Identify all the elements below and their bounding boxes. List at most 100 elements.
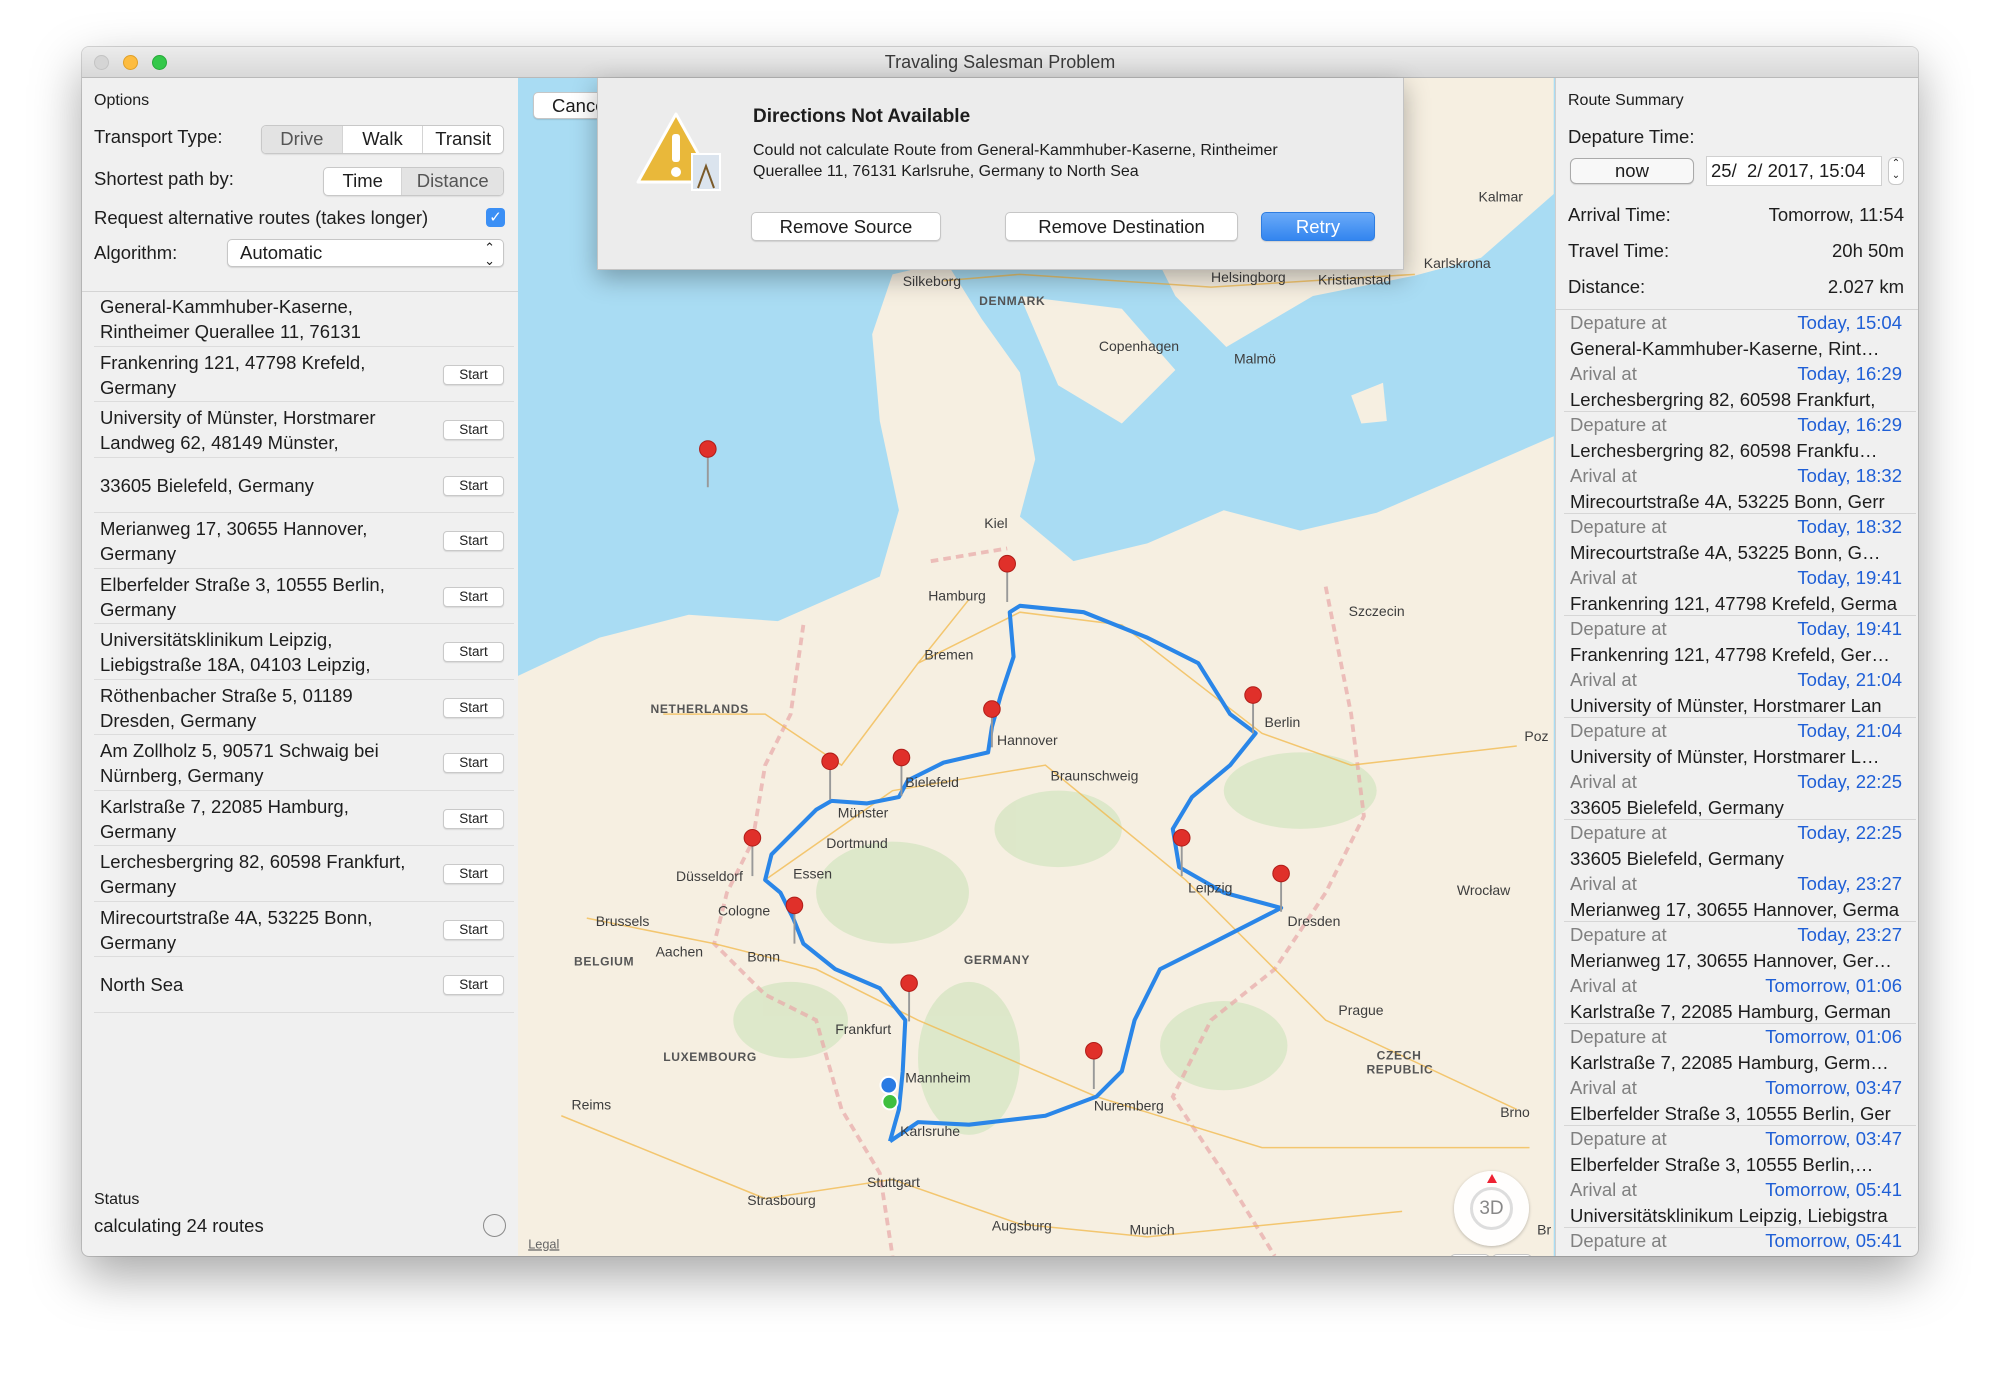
route-leg[interactable]: Depature at Today, 21:04 University of Mün… (1564, 718, 1916, 820)
legal-link[interactable]: Legal (528, 1236, 559, 1251)
algorithm-select[interactable]: Automatic ⌃ ⌄ (227, 239, 504, 267)
transport-walk[interactable]: Walk (341, 126, 423, 153)
map-label: Copenhagen (1099, 338, 1179, 354)
departure-line: Depature at Today, 16:29 (1564, 412, 1916, 438)
location-row[interactable]: North Sea Start (94, 957, 514, 1013)
route-leg[interactable]: Depature at Today, 15:04 General-Kammhuber… (1564, 310, 1916, 412)
start-button[interactable]: Start (443, 420, 504, 440)
status-text: calculating 24 routes (94, 1215, 264, 1236)
start-button[interactable]: Start (443, 642, 504, 662)
location-row[interactable]: 33605 Bielefeld, Germany Start (94, 458, 514, 513)
departure-word: Depature at (1570, 822, 1667, 843)
north-arrow-icon (1487, 1174, 1497, 1183)
compass-3d-button[interactable]: 3D (1470, 1187, 1513, 1230)
location-row[interactable]: Karlstraße 7, 22085 Hamburg, Germany Star… (94, 791, 514, 846)
departure-word: Depature at (1570, 414, 1667, 435)
warning-icon (636, 112, 721, 191)
algorithm-value: Automatic (240, 242, 323, 263)
location-row[interactable]: Universitätsklinikum Leipzig, Liebigstra… (94, 624, 514, 680)
route-leg[interactable]: Depature at Today, 19:41 Frankenring 121, … (1564, 616, 1916, 718)
route-leg[interactable]: Depature at Today, 23:27 Merianweg 17, 306… (1564, 922, 1916, 1024)
shortest-distance[interactable]: Distance (401, 168, 503, 195)
departure-line: Depature at Today, 15:04 (1564, 310, 1916, 336)
start-button[interactable]: Start (443, 919, 504, 940)
location-row[interactable]: Lerchesbergring 82, 60598 Frankfurt, Ger… (94, 846, 514, 902)
departure-time: Today, 22:25 (1797, 822, 1902, 843)
departure-datetime-field[interactable]: 25/ 2/ 2017, 15:04 (1706, 156, 1882, 186)
location-row[interactable]: Am Zollholz 5, 90571 Schwaig bei Nürnber… (94, 735, 514, 791)
close-button[interactable] (94, 55, 109, 70)
departure-line: Depature at Today, 21:04 (1564, 718, 1916, 744)
compass-control[interactable]: 3D (1454, 1171, 1529, 1246)
transport-transit[interactable]: Transit (422, 126, 503, 153)
map-label: BELGIUM (574, 954, 634, 968)
start-button[interactable]: Start (443, 808, 504, 829)
location-row[interactable]: Röthenbacher Straße 5, 01189 Dresden, Ge… (94, 680, 514, 735)
options-panel: Options Transport Type: Drive Walk Trans… (82, 78, 518, 1256)
start-button[interactable]: Start (443, 531, 504, 551)
route-leg[interactable]: Depature at Today, 16:29 Lerchesbergring 8… (1564, 412, 1916, 514)
zoom-button[interactable] (152, 55, 167, 70)
datetime-stepper[interactable]: ⌃ ⌄ (1888, 157, 1904, 185)
minimize-button[interactable] (123, 55, 138, 70)
location-pin[interactable] (699, 440, 717, 488)
map-label: Malmö (1234, 351, 1276, 367)
start-button[interactable]: Start (443, 975, 504, 995)
zoom-in-button[interactable]: + (1492, 1254, 1532, 1256)
map-label: NETHERLANDS (650, 702, 748, 716)
start-button[interactable]: Start (443, 586, 504, 607)
location-text: Mirecourtstraße 4A, 53225 Bonn, Germany (100, 906, 373, 953)
leg-from: Merianweg 17, 30655 Hannover, Ger… (1570, 949, 1892, 971)
now-button[interactable]: now (1570, 158, 1694, 184)
route-leg[interactable]: Depature at Tomorrow, 01:06 Karlstraße 7, … (1564, 1024, 1916, 1126)
start-button[interactable]: Start (443, 475, 504, 496)
map-label: Kristianstad (1318, 272, 1391, 288)
start-button[interactable]: Start (443, 697, 504, 718)
arrival-time: Tomorrow, 03:47 (1765, 1077, 1902, 1098)
map-label: Leipzig (1188, 880, 1232, 896)
location-row[interactable]: General-Kammhuber-Kaserne, Rintheimer Qu… (94, 291, 514, 347)
route-leg[interactable]: Depature at Tomorrow, 05:41 (1564, 1228, 1916, 1256)
departure-word: Depature at (1570, 1230, 1667, 1251)
zoom-out-button[interactable]: − (1450, 1254, 1490, 1256)
route-leg[interactable]: Depature at Today, 22:25 33605 Bielefeld, … (1564, 820, 1916, 922)
retry-button[interactable]: Retry (1261, 212, 1375, 241)
summary-header: Route Summary (1568, 92, 1684, 109)
location-row[interactable]: Merianweg 17, 30655 Hannover, Germany Sta… (94, 513, 514, 569)
route-leg[interactable]: Depature at Today, 18:32 Mirecourtstraße 4… (1564, 514, 1916, 616)
map-label: Wrocław (1457, 882, 1511, 898)
shortest-time[interactable]: Time (324, 168, 401, 195)
start-marker[interactable] (881, 1093, 899, 1111)
arrival-time: Tomorrow, 01:06 (1765, 975, 1902, 996)
dialog-title: Directions Not Available (753, 106, 971, 127)
arrival-time: Today, 23:27 (1797, 873, 1902, 894)
remove-destination-button[interactable]: Remove Destination (1005, 212, 1238, 241)
map-label: REPUBLIC (1366, 1063, 1433, 1077)
location-row[interactable]: Elberfelder Straße 3, 10555 Berlin, Germ… (94, 569, 514, 624)
location-row[interactable]: Frankenring 121, 47798 Krefeld, Germany S… (94, 347, 514, 402)
arrival-line: Arival at Today, 18:32 (1564, 463, 1916, 489)
route-leg[interactable]: Depature at Tomorrow, 03:47 Elberfelder St… (1564, 1126, 1916, 1228)
start-button[interactable]: Start (443, 364, 504, 385)
start-button[interactable]: Start (443, 864, 504, 884)
arrival-word: Arival at (1570, 1179, 1637, 1200)
map-label: Poz (1524, 728, 1548, 744)
start-button[interactable]: Start (443, 753, 504, 773)
leg-from: Elberfelder Straße 3, 10555 Berlin,… (1570, 1153, 1874, 1175)
location-row[interactable]: University of Münster, Horstmarer Landwe… (94, 402, 514, 458)
departure-time: Today, 19:41 (1797, 618, 1902, 639)
source-marker[interactable] (879, 1075, 898, 1095)
map-label: Kiel (984, 515, 1007, 531)
departure-line: Depature at Today, 18:32 (1564, 514, 1916, 540)
location-text: Frankenring 121, 47798 Krefeld, Germany (100, 351, 366, 398)
departure-time: Today, 21:04 (1797, 720, 1902, 741)
options-header: Options (94, 92, 150, 109)
map-label: Munich (1129, 1221, 1174, 1237)
location-row[interactable]: Mirecourtstraße 4A, 53225 Bonn, Germany S… (94, 902, 514, 957)
transport-drive[interactable]: Drive (262, 126, 342, 153)
route-legs-list[interactable]: Depature at Today, 15:04 General-Kammhuber… (1556, 310, 1918, 1256)
map-label: Karlsruhe (900, 1123, 960, 1139)
alt-routes-checkbox[interactable]: ✓ (486, 208, 505, 227)
remove-source-button[interactable]: Remove Source (751, 212, 941, 241)
map-label: Kalmar (1479, 189, 1524, 205)
